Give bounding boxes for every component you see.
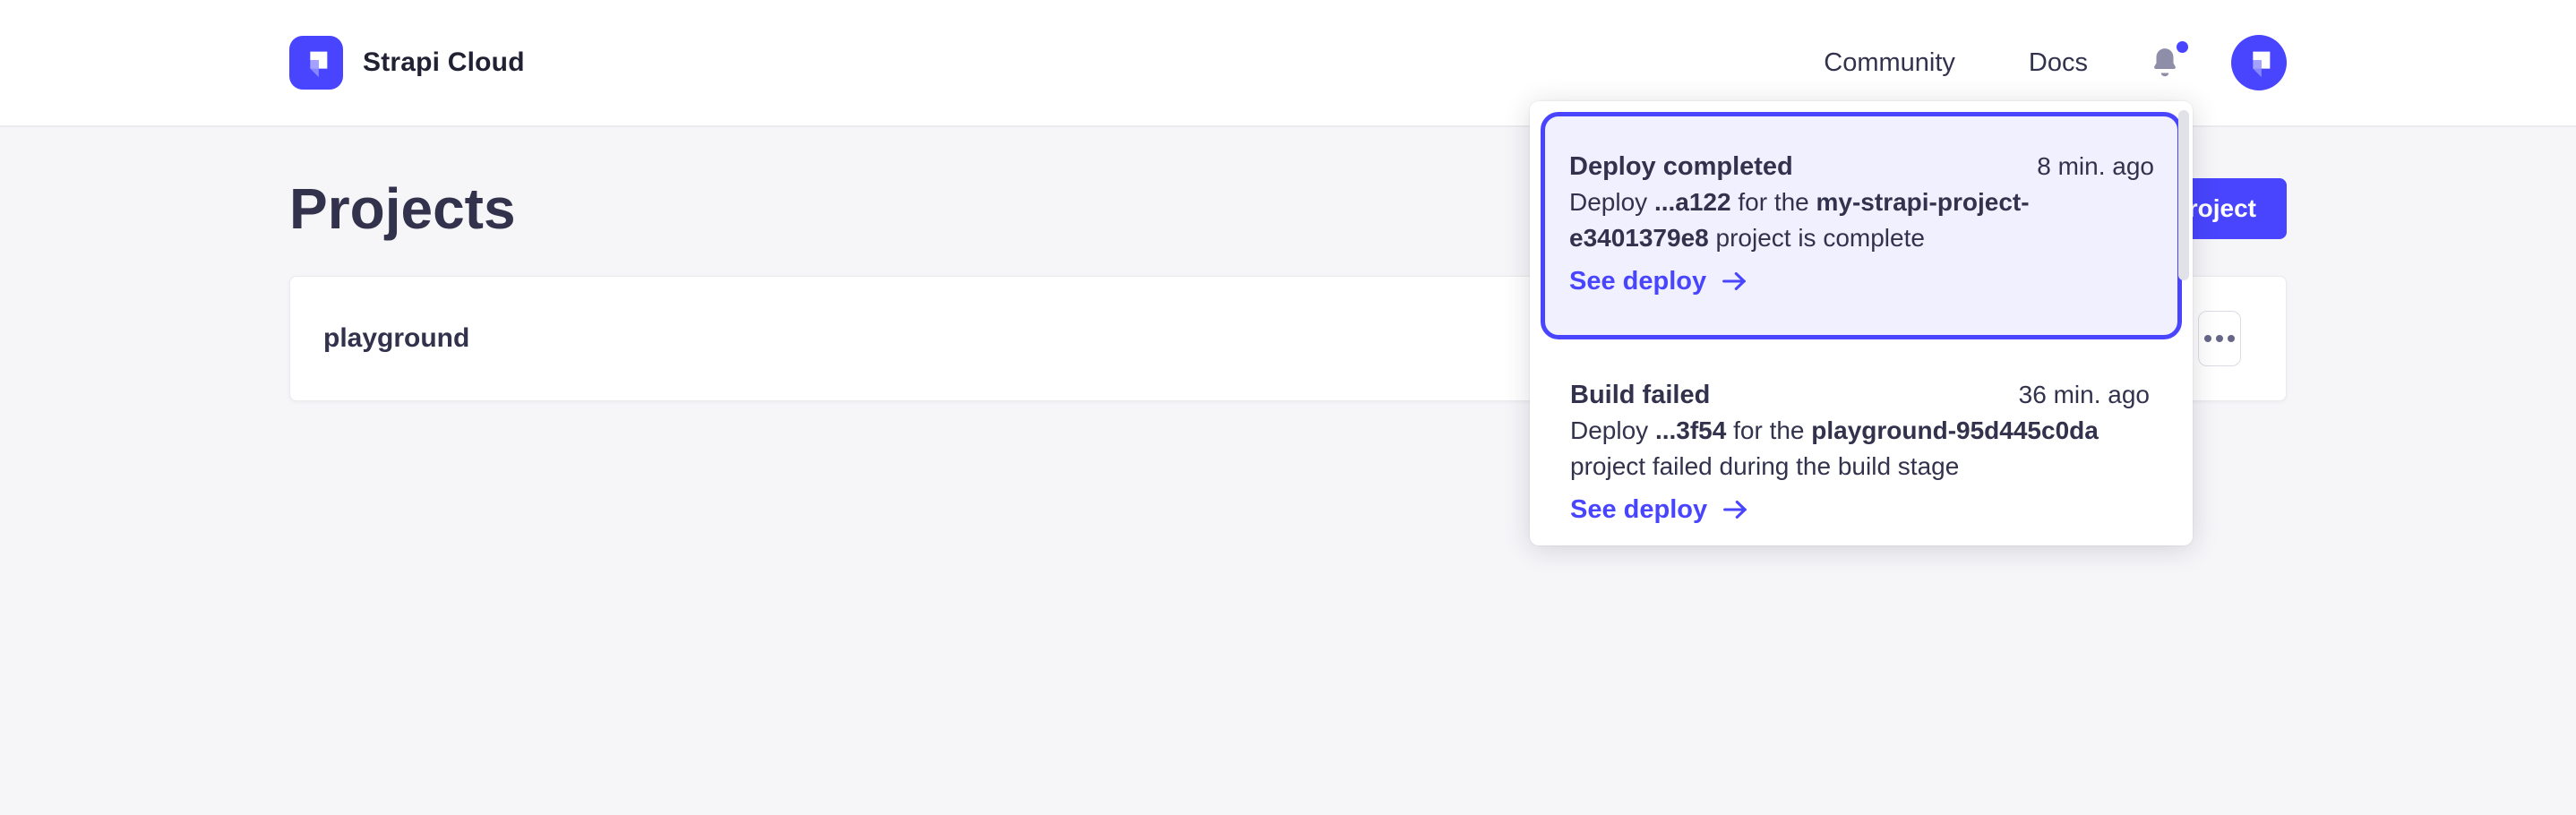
page-title: Projects — [289, 177, 516, 240]
nav-link-docs[interactable]: Docs — [2029, 48, 2088, 78]
notification-body: Deploy ...a122 for the my-strapi-project… — [1569, 184, 2154, 256]
brand: Strapi Cloud — [289, 36, 525, 90]
notification-time: 8 min. ago — [2037, 149, 2154, 184]
notification-title: Deploy completed — [1569, 149, 1793, 184]
notification-body: Deploy ...3f54 for the playground-95d445… — [1570, 413, 2150, 485]
scrollbar-thumb[interactable] — [2178, 110, 2189, 280]
arrow-right-icon — [1722, 498, 1750, 521]
notifications-panel: Deploy completed 8 min. ago Deploy ...a1… — [1530, 101, 2193, 545]
avatar-strapi-mark-icon — [2242, 46, 2276, 80]
notification-item[interactable]: Deploy completed 8 min. ago Deploy ...a1… — [1541, 112, 2182, 339]
see-deploy-link[interactable]: See deploy — [1569, 263, 2154, 299]
ellipsis-icon — [2204, 335, 2211, 342]
strapi-mark-icon — [299, 46, 333, 80]
user-avatar[interactable] — [2231, 35, 2287, 90]
header-nav: Community Docs — [1824, 35, 2287, 90]
project-menu-button[interactable] — [2198, 311, 2241, 366]
ellipsis-icon — [2228, 335, 2235, 342]
notification-item[interactable]: Build failed 36 min. ago Deploy ...3f54 … — [1541, 339, 2182, 545]
see-deploy-link[interactable]: See deploy — [1570, 492, 2150, 528]
notification-time: 36 min. ago — [2019, 377, 2150, 413]
see-deploy-label: See deploy — [1569, 263, 1706, 299]
notifications-list: Deploy completed 8 min. ago Deploy ...a1… — [1541, 112, 2182, 545]
brand-name: Strapi Cloud — [363, 47, 525, 78]
notifications-bell-button[interactable] — [2145, 41, 2185, 84]
arrow-right-icon — [1721, 270, 1749, 293]
strapi-logo-icon[interactable] — [289, 36, 343, 90]
ellipsis-icon — [2216, 335, 2223, 342]
project-name: playground — [323, 323, 469, 354]
bell-icon — [2151, 46, 2179, 80]
nav-link-community[interactable]: Community — [1824, 48, 1955, 78]
unread-dot — [2177, 41, 2188, 53]
notification-title: Build failed — [1570, 377, 1710, 413]
see-deploy-label: See deploy — [1570, 492, 1707, 528]
